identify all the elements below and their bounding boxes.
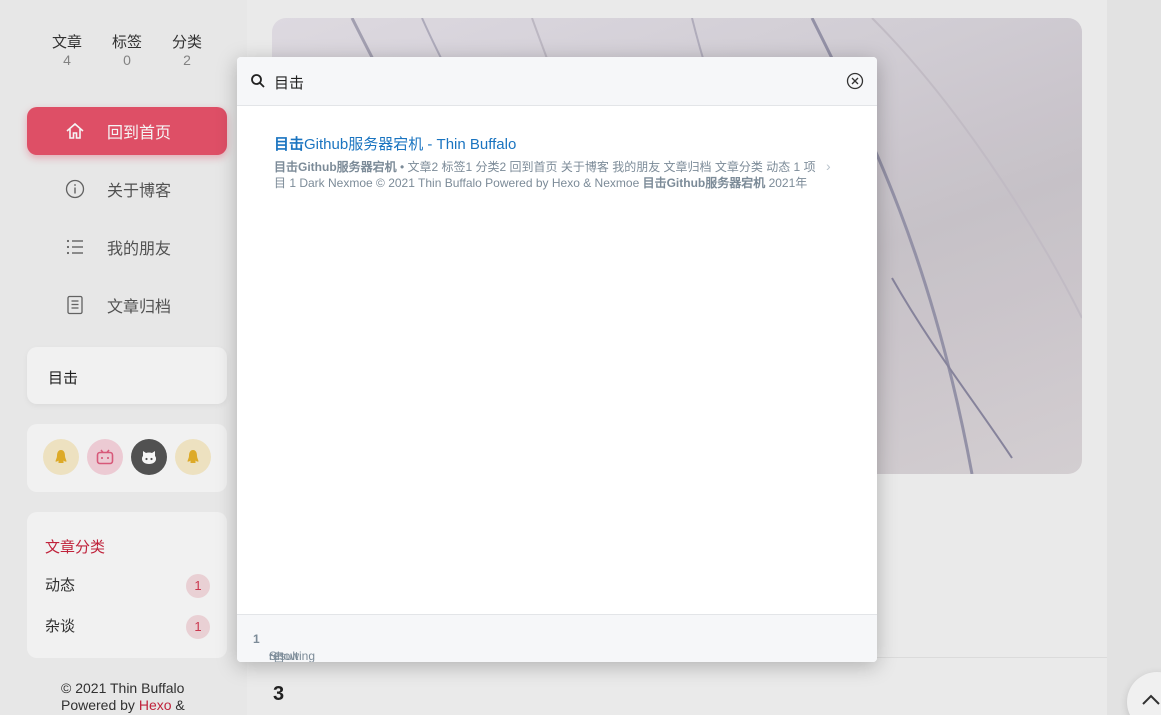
search-input[interactable]: 目击 (274, 72, 304, 93)
search-modal: 目击 目击Github服务器宕机 - Thin Buffalo 目击Github… (237, 57, 877, 662)
result-title-highlight: 目击 (274, 136, 305, 153)
result-snippet: 目击Github服务器宕机 • 文章2 标签1 分类2 回到首页 关于博客 我的… (274, 159, 834, 191)
snippet-line1: • 文章2 标签1 分类2 回到首页 关于博客 我的朋友 文章归档 文章分类 动… (396, 160, 816, 174)
result-summary: Showing 1 result for “目击” (253, 632, 315, 662)
snippet-line2-end: 2021年 (765, 176, 808, 190)
chevron-right-icon[interactable]: › (826, 158, 831, 174)
result-title[interactable]: 目击Github服务器宕机 - Thin Buffalo (274, 135, 834, 155)
clear-search-icon[interactable] (846, 72, 864, 90)
snippet-highlight: 目击Github服务器宕机 (274, 160, 397, 174)
snippet-line2-highlight: 目击Github服务器宕机 (642, 176, 766, 190)
result-title-rest: Github服务器宕机 - Thin Buffalo (304, 136, 517, 153)
search-footer: Showing 1 result for “目击” (237, 614, 877, 662)
search-result[interactable]: 目击Github服务器宕机 - Thin Buffalo 目击Github服务器… (274, 135, 834, 191)
snippet-line2-start: 目 1 Dark Nexmoe © 2021 Thin Buffalo Powe… (274, 176, 643, 190)
search-header: 目击 (237, 57, 877, 106)
result-count: 1 (253, 632, 260, 646)
summary-query: “目击” (269, 651, 285, 662)
search-icon (251, 74, 265, 88)
